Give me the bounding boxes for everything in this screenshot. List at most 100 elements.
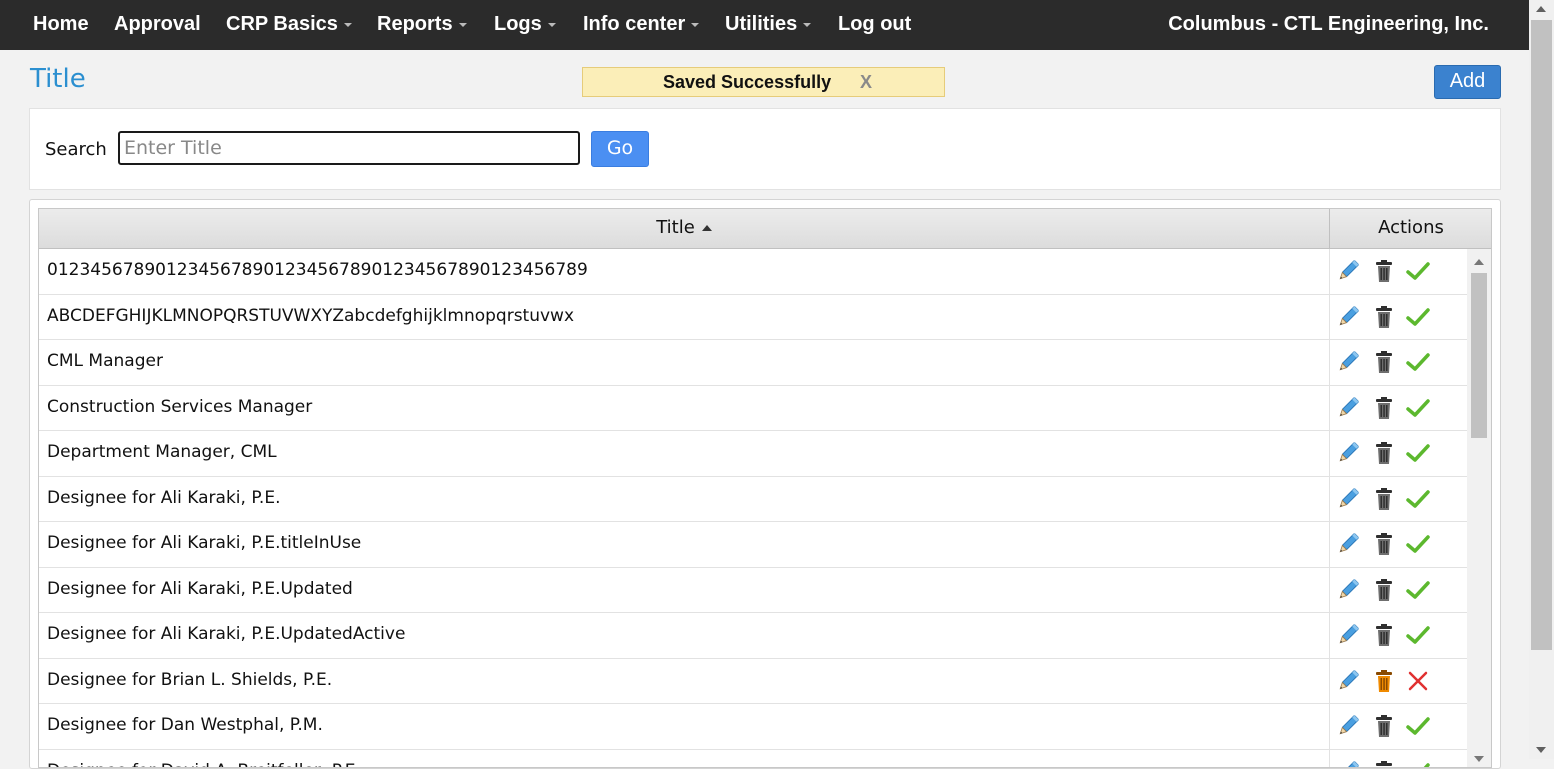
trash-icon[interactable] [1371, 531, 1397, 557]
table-row: Designee for Ali Karaki, P.E.titleInUse [39, 522, 1491, 568]
checkmark-icon[interactable] [1405, 622, 1431, 648]
trash-icon[interactable] [1371, 577, 1397, 603]
title-cell: Designee for Ali Karaki, P.E.titleInUse [47, 533, 362, 553]
table-row: Designee for Ali Karaki, P.E.Updated [39, 567, 1491, 613]
nav-item-label: Home [33, 13, 89, 35]
trash-icon[interactable] [1371, 395, 1397, 421]
title-cell: 0123456789012345678901234567890123456789… [47, 260, 588, 280]
page-title: Title [30, 64, 86, 94]
pencil-icon[interactable] [1335, 713, 1361, 739]
table-row: ABCDEFGHIJKLMNOPQRSTUVWXYZabcdefghijklmn… [39, 294, 1491, 340]
nav-item-label: Approval [114, 13, 201, 35]
caret-down-icon [343, 22, 352, 27]
pencil-icon[interactable] [1335, 440, 1361, 466]
red-x-icon[interactable] [1405, 668, 1431, 694]
checkmark-icon[interactable] [1405, 486, 1431, 512]
nav-item-utilities[interactable]: Utilities [725, 13, 812, 36]
table-row: Designee for Ali Karaki, P.E. [39, 476, 1491, 522]
actions-cell [1329, 522, 1468, 567]
scroll-down-arrow-icon[interactable] [1536, 747, 1546, 753]
trash-icon[interactable] [1371, 759, 1397, 767]
actions-column-header: Actions [1329, 209, 1491, 248]
title-column-header[interactable]: Title [39, 209, 1329, 248]
nav-item-label: CRP Basics [226, 13, 338, 35]
pencil-icon[interactable] [1335, 349, 1361, 375]
caret-down-icon [691, 22, 700, 27]
table-row: 0123456789012345678901234567890123456789… [39, 249, 1491, 295]
actions-cell [1329, 704, 1468, 749]
nav-item-crp-basics[interactable]: CRP Basics [226, 13, 352, 36]
actions-cell [1329, 294, 1468, 339]
checkmark-icon[interactable] [1405, 258, 1431, 284]
organization-name: Columbus - CTL Engineering, Inc. [1168, 13, 1489, 35]
table-row: Designee for Brian L. Shields, P.E. [39, 658, 1491, 704]
titles-grid: Title Actions 01234567890123456789012345… [38, 208, 1492, 768]
pencil-icon[interactable] [1335, 668, 1361, 694]
search-label: Search [45, 139, 107, 160]
trash-icon[interactable] [1371, 486, 1397, 512]
search-input[interactable] [118, 131, 580, 165]
trash-icon[interactable] [1371, 622, 1397, 648]
scroll-up-arrow-icon[interactable] [1536, 6, 1546, 12]
add-button[interactable]: Add [1434, 65, 1501, 99]
page-scrollbar[interactable] [1529, 0, 1554, 759]
top-navbar: Columbus - CTL Engineering, Inc. Home App… [0, 0, 1529, 50]
actions-cell [1329, 385, 1468, 430]
trash-icon[interactable] [1371, 440, 1397, 466]
nav-item-log-out[interactable]: Log out [838, 13, 911, 36]
checkmark-icon[interactable] [1405, 304, 1431, 330]
nav-item-reports[interactable]: Reports [377, 13, 467, 36]
title-cell: CML Manager [47, 351, 163, 371]
nav-item-info-center[interactable]: Info center [583, 13, 700, 36]
table-row: CML Manager [39, 340, 1491, 386]
title-cell: Designee for Ali Karaki, P.E.UpdatedActi… [47, 624, 406, 644]
sort-ascending-icon [701, 225, 712, 231]
success-toast: Saved Successfully X [582, 67, 945, 97]
grid-header: Title Actions [39, 209, 1491, 249]
nav-item-approval[interactable]: Approval [114, 13, 201, 36]
checkmark-icon[interactable] [1405, 349, 1431, 375]
nav-item-label: Logs [494, 13, 542, 35]
checkmark-icon[interactable] [1405, 759, 1431, 767]
pencil-icon[interactable] [1335, 531, 1361, 557]
grid-panel: Title Actions 01234567890123456789012345… [29, 199, 1501, 769]
actions-cell [1329, 613, 1468, 658]
trash-icon[interactable] [1371, 304, 1397, 330]
go-button[interactable]: Go [591, 131, 649, 167]
table-row: Designee for Ali Karaki, P.E.UpdatedActi… [39, 613, 1491, 659]
grid-scrollbar[interactable] [1467, 249, 1491, 767]
title-cell: Construction Services Manager [47, 396, 313, 417]
actions-cell [1329, 340, 1468, 385]
caret-down-icon [547, 22, 556, 27]
trash-icon[interactable] [1371, 668, 1397, 694]
pencil-icon[interactable] [1335, 622, 1361, 648]
toast-close-button[interactable]: X [860, 72, 872, 93]
page-scroll-thumb[interactable] [1531, 20, 1552, 650]
trash-icon[interactable] [1371, 713, 1397, 739]
pencil-icon[interactable] [1335, 486, 1361, 512]
grid-scroll-up-icon[interactable] [1474, 259, 1484, 265]
pencil-icon[interactable] [1335, 577, 1361, 603]
pencil-icon[interactable] [1335, 759, 1361, 767]
nav-item-home[interactable]: Home [33, 13, 89, 36]
checkmark-icon[interactable] [1405, 577, 1431, 603]
grid-scroll-thumb[interactable] [1471, 273, 1487, 438]
pencil-icon[interactable] [1335, 258, 1361, 284]
pencil-icon[interactable] [1335, 304, 1361, 330]
title-cell: Department Manager, CML [47, 442, 277, 462]
checkmark-icon[interactable] [1405, 440, 1431, 466]
checkmark-icon[interactable] [1405, 531, 1431, 557]
toast-message: Saved Successfully [663, 72, 832, 92]
trash-icon[interactable] [1371, 349, 1397, 375]
nav-item-label: Info center [583, 13, 686, 35]
nav-item-label: Utilities [725, 13, 798, 35]
checkmark-icon[interactable] [1405, 395, 1431, 421]
title-cell: Designee for Brian L. Shields, P.E. [47, 669, 333, 690]
nav-item-label: Reports [377, 13, 453, 35]
trash-icon[interactable] [1371, 258, 1397, 284]
grid-scroll-down-icon[interactable] [1474, 756, 1484, 762]
title-cell: Designee for Dan Westphal, P.M. [47, 715, 323, 735]
checkmark-icon[interactable] [1405, 713, 1431, 739]
nav-item-logs[interactable]: Logs [494, 13, 556, 36]
pencil-icon[interactable] [1335, 395, 1361, 421]
